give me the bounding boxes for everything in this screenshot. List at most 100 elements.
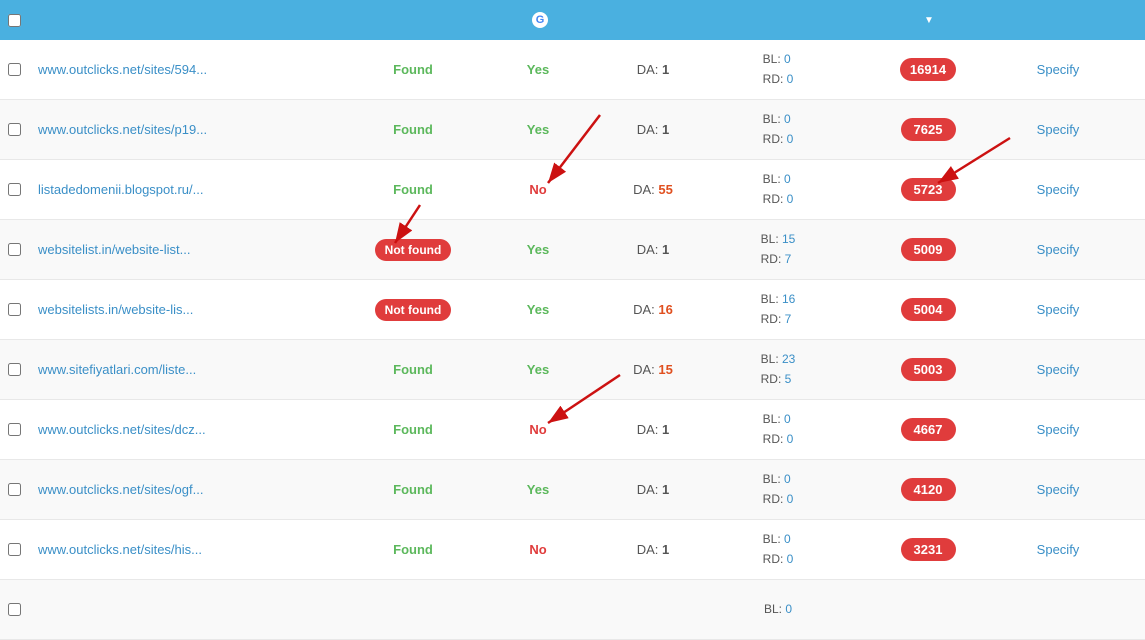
indexed-yes: Yes <box>527 302 549 317</box>
rd-link[interactable]: 5 <box>785 372 792 386</box>
specify-price-button[interactable]: Specify <box>1037 302 1080 317</box>
backlinks-cell: BL: 16 RD: 7 <box>708 290 848 328</box>
moz-da-value: DA: 16 <box>633 302 673 317</box>
moz-da-value: DA: 15 <box>633 362 673 377</box>
row-checkbox[interactable] <box>8 183 21 196</box>
table-header: G ▼ <box>0 0 1145 40</box>
moz-da-cell: DA: 1 <box>598 242 708 257</box>
row-checkbox[interactable] <box>8 543 21 556</box>
status-cell: Not found <box>348 299 478 321</box>
status-found: Found <box>393 542 433 557</box>
table-row: websitelists.in/website-lis... Not found Y… <box>0 280 1145 340</box>
external-links-cell: 4120 <box>848 478 1008 501</box>
url-cell: www.outclicks.net/sites/p19... <box>28 122 348 137</box>
bl-link[interactable]: 0 <box>784 472 791 486</box>
external-links-cell: 5723 <box>848 178 1008 201</box>
specify-price-button[interactable]: Specify <box>1037 422 1080 437</box>
backlink-url[interactable]: www.outclicks.net/sites/dcz... <box>38 422 206 437</box>
external-badge: 16914 <box>900 58 956 81</box>
row-checkbox[interactable] <box>8 63 21 76</box>
price-cell: Specify <box>1008 362 1108 377</box>
backlinks-cell: BL: 15 RD: 7 <box>708 230 848 268</box>
bl-link[interactable]: 0 <box>785 602 792 616</box>
bl-link[interactable]: 0 <box>784 172 791 186</box>
google-icon: G <box>532 12 548 28</box>
specify-price-button[interactable]: Specify <box>1037 242 1080 257</box>
backlink-url[interactable]: websitelist.in/website-list... <box>38 242 190 257</box>
backlink-url[interactable]: www.outclicks.net/sites/p19... <box>38 122 207 137</box>
backlink-url[interactable]: www.outclicks.net/sites/ogf... <box>38 482 203 497</box>
url-cell: websitelists.in/website-lis... <box>28 302 348 317</box>
status-found: Found <box>393 482 433 497</box>
indexed-no: No <box>529 182 546 197</box>
external-badge: 4120 <box>901 478 956 501</box>
specify-price-button[interactable]: Specify <box>1037 362 1080 377</box>
row-checkbox[interactable] <box>8 363 21 376</box>
indexed-yes: Yes <box>527 362 549 377</box>
backlink-url[interactable]: www.outclicks.net/sites/his... <box>38 542 202 557</box>
price-cell: Specify <box>1008 122 1108 137</box>
bl-link[interactable]: 23 <box>782 352 795 366</box>
external-badge: 7625 <box>901 118 956 141</box>
specify-price-button[interactable]: Specify <box>1037 62 1080 77</box>
select-all-checkbox[interactable] <box>8 14 21 27</box>
external-badge: 3231 <box>901 538 956 561</box>
rd-link[interactable]: 0 <box>787 432 794 446</box>
bl-link[interactable]: 0 <box>784 532 791 546</box>
bl-rd-values: BL: 0 RD: 0 <box>763 110 794 148</box>
rd-link[interactable]: 7 <box>785 252 792 266</box>
backlinks-cell: BL: 0 <box>708 600 848 619</box>
row-checkbox[interactable] <box>8 303 21 316</box>
rd-link[interactable]: 0 <box>787 192 794 206</box>
status-cell: Found <box>348 362 478 377</box>
rd-link[interactable]: 0 <box>787 72 794 86</box>
status-found: Found <box>393 182 433 197</box>
backlink-url[interactable]: websitelists.in/website-lis... <box>38 302 193 317</box>
rd-link[interactable]: 0 <box>787 132 794 146</box>
table-row: www.outclicks.net/sites/594...FoundYesDA… <box>0 40 1145 100</box>
table-row: www.outclicks.net/sites/p19...FoundYesDA… <box>0 100 1145 160</box>
rd-link[interactable]: 0 <box>787 552 794 566</box>
backlink-url[interactable]: www.outclicks.net/sites/594... <box>38 62 207 77</box>
bl-link[interactable]: 16 <box>782 292 795 306</box>
backlinks-cell: BL: 0 RD: 0 <box>708 50 848 88</box>
indexed-no: No <box>529 542 546 557</box>
bl-link[interactable]: 15 <box>782 232 795 246</box>
rd-link[interactable]: 0 <box>787 492 794 506</box>
external-links-cell: 5009 <box>848 238 1008 261</box>
indexed-cell: No <box>478 542 598 557</box>
status-cell: Found <box>348 542 478 557</box>
specify-price-button[interactable]: Specify <box>1037 122 1080 137</box>
row-checkbox[interactable] <box>8 603 21 616</box>
specify-price-button[interactable]: Specify <box>1037 542 1080 557</box>
specify-price-button[interactable]: Specify <box>1037 182 1080 197</box>
moz-da-cell: DA: 1 <box>598 62 708 77</box>
indexed-cell: Yes <box>478 362 598 377</box>
row-checkbox[interactable] <box>8 243 21 256</box>
backlink-url[interactable]: listadedomenii.blogspot.ru/... <box>38 182 203 197</box>
row-checkbox[interactable] <box>8 483 21 496</box>
status-cell: Not found <box>348 239 478 261</box>
status-cell: Found <box>348 122 478 137</box>
status-cell: Found <box>348 482 478 497</box>
status-cell: Found <box>348 422 478 437</box>
row-checkbox[interactable] <box>8 423 21 436</box>
header-external[interactable]: ▼ <box>848 15 1008 26</box>
price-cell: Specify <box>1008 182 1108 197</box>
backlink-url[interactable]: www.sitefiyatlari.com/liste... <box>38 362 196 377</box>
bl-link[interactable]: 0 <box>784 52 791 66</box>
row-checkbox[interactable] <box>8 123 21 136</box>
price-cell: Specify <box>1008 242 1108 257</box>
indexed-yes: Yes <box>527 62 549 77</box>
bl-link[interactable]: 0 <box>784 112 791 126</box>
moz-da-value: DA: 1 <box>637 422 670 437</box>
status-cell: Found <box>348 182 478 197</box>
specify-price-button[interactable]: Specify <box>1037 482 1080 497</box>
url-cell: www.outclicks.net/sites/594... <box>28 62 348 77</box>
price-cell: Specify <box>1008 542 1108 557</box>
moz-da-cell: DA: 16 <box>598 302 708 317</box>
bl-link[interactable]: 0 <box>784 412 791 426</box>
bl-rd-values: BL: 0 RD: 0 <box>763 50 794 88</box>
external-badge: 5003 <box>901 358 956 381</box>
rd-link[interactable]: 7 <box>785 312 792 326</box>
